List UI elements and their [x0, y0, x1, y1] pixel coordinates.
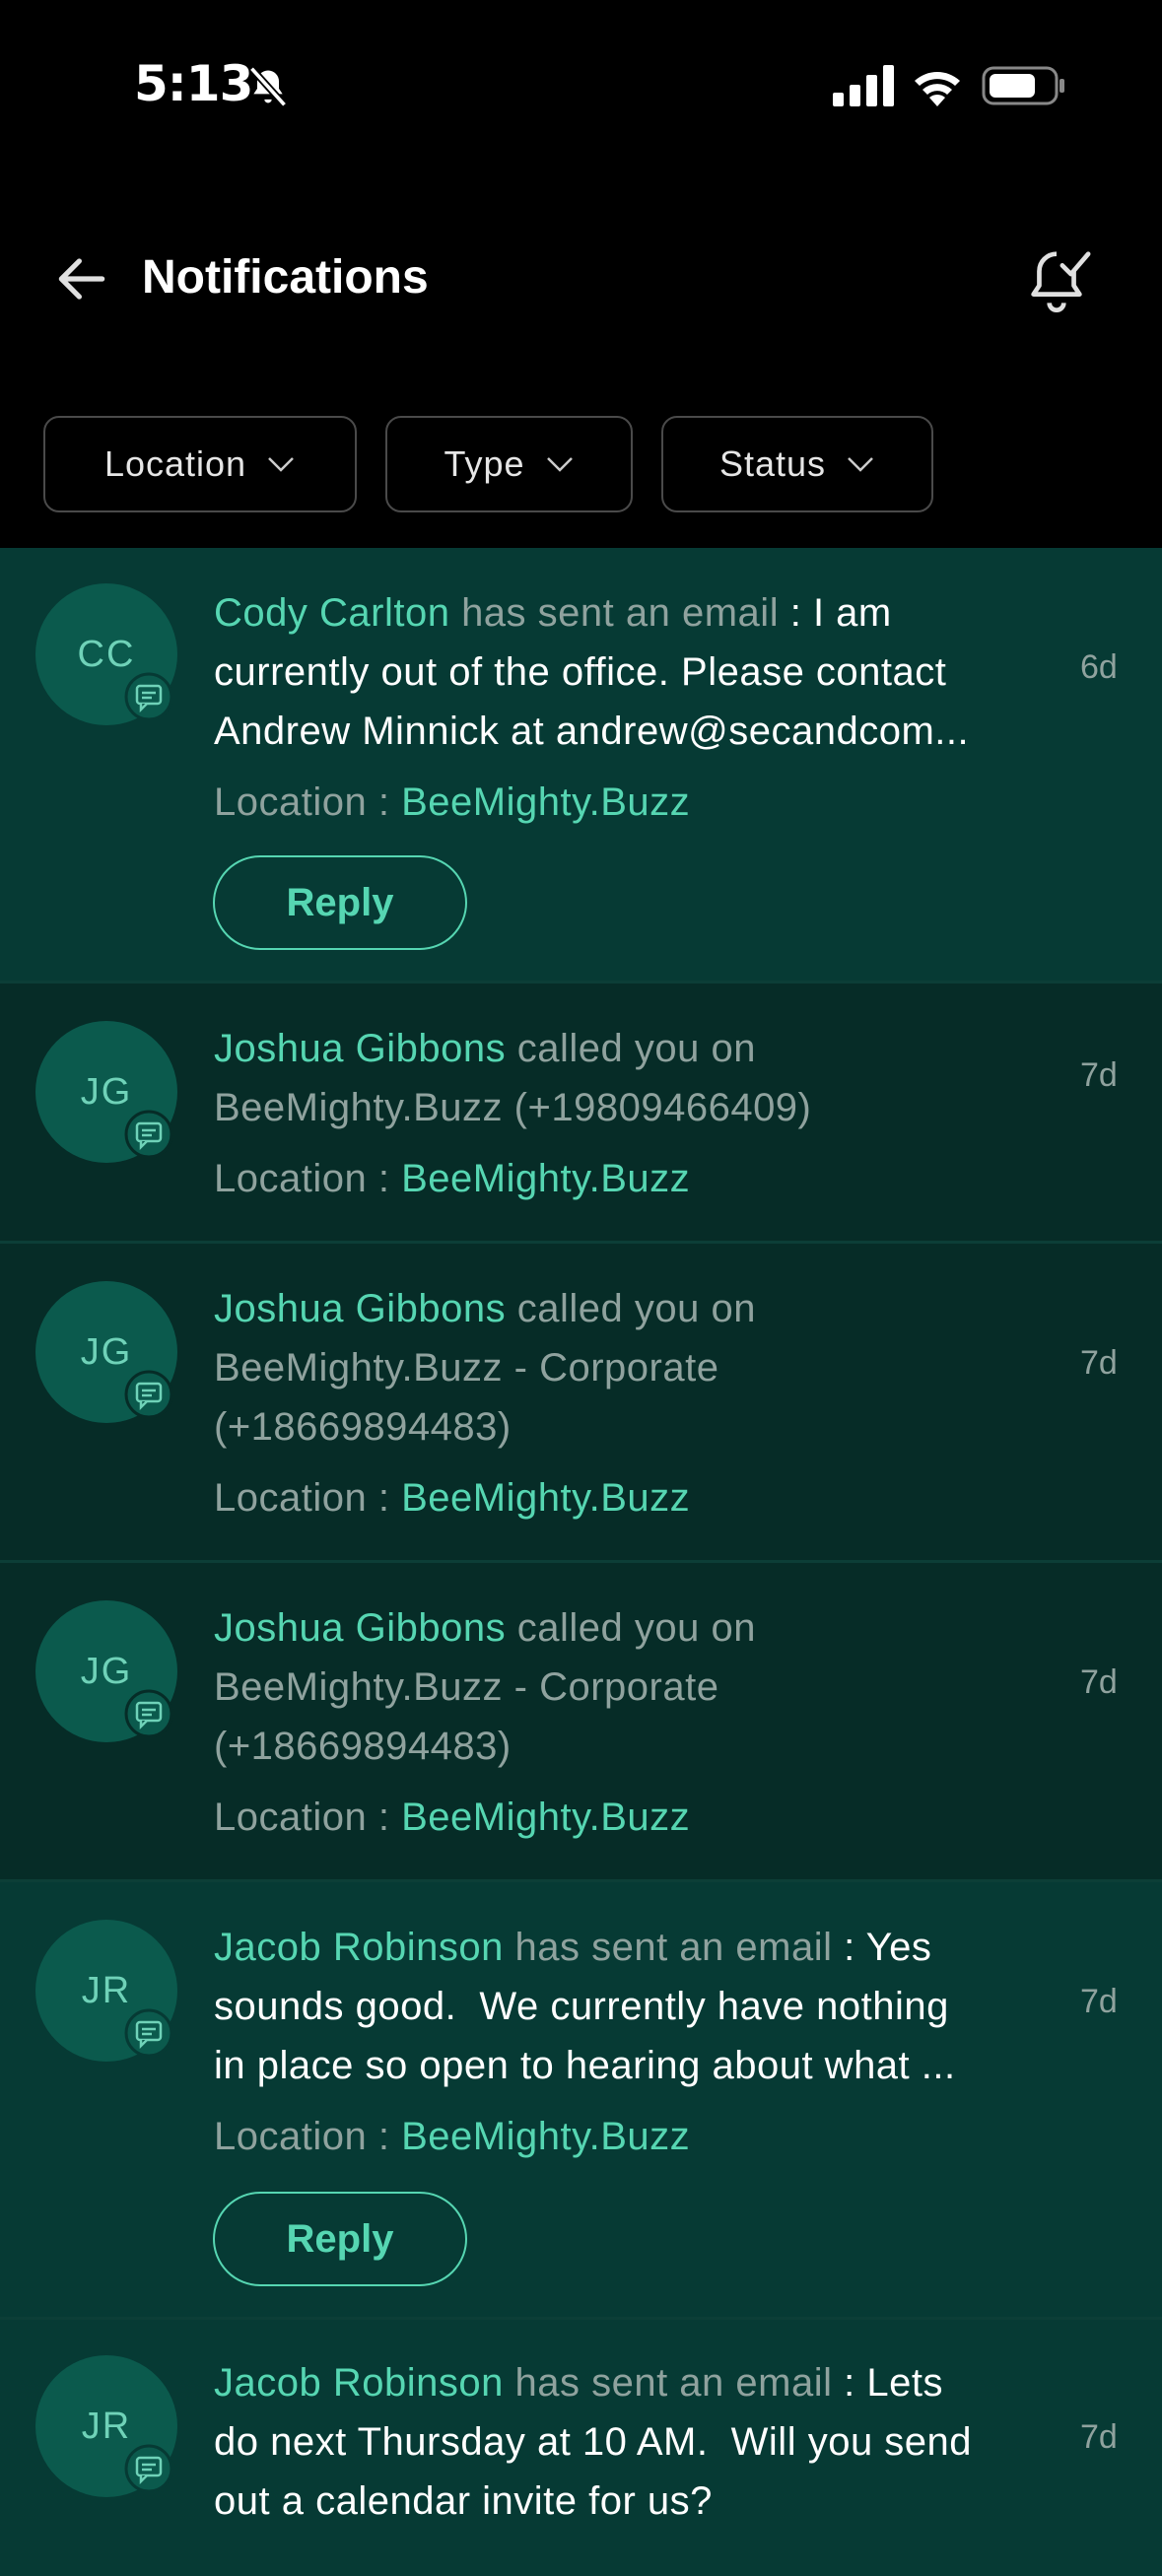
- message-line: out a calendar invite for us?: [214, 2479, 713, 2523]
- notification-time: 7d: [1080, 2418, 1118, 2456]
- notification-time: 7d: [1080, 1344, 1118, 1382]
- notification-text: Cody Carlton has sent an email : I am cu…: [214, 583, 1071, 832]
- avatar-initials: JR: [81, 1969, 132, 2011]
- bell-off-icon: [248, 66, 288, 107]
- notification-action: has sent an email: [514, 1926, 833, 1969]
- chevron-down-icon: [848, 457, 873, 472]
- chevron-down-icon: [546, 457, 573, 472]
- page-title: Notifications: [142, 251, 429, 304]
- message-badge-icon: [124, 1689, 173, 1738]
- cellular-signal-icon: [833, 65, 894, 106]
- notification-action: called you on: [516, 1606, 756, 1650]
- message-line: currently out of the office. Please cont…: [214, 650, 947, 694]
- battery-icon: [982, 66, 1064, 105]
- filter-type-label: Type: [444, 443, 525, 484]
- notification-action: called you on: [516, 1027, 756, 1070]
- notification-text: Joshua Gibbons called you on BeeMighty.B…: [214, 1019, 1071, 1208]
- location-label: Location :: [214, 780, 390, 824]
- notification-item[interactable]: JG Joshua Gibbons called you on BeeMight…: [0, 1244, 1162, 1563]
- avatar: JG: [35, 1281, 177, 1423]
- reply-button[interactable]: Reply: [213, 855, 467, 950]
- notification-action: BeeMighty.Buzz (+19809466409): [214, 1086, 812, 1129]
- chevron-down-icon: [268, 457, 294, 472]
- notification-text: Jacob Robinson has sent an email : Lets …: [214, 2353, 1071, 2531]
- avatar-initials: JG: [80, 1330, 133, 1373]
- avatar-initials: JR: [81, 2405, 132, 2447]
- filter-type-dropdown[interactable]: Type: [385, 416, 633, 512]
- notification-action: BeeMighty.Buzz - Corporate: [214, 1665, 719, 1709]
- sender-name[interactable]: Joshua Gibbons: [214, 1606, 506, 1650]
- message-line: Yes: [865, 1926, 932, 1969]
- message-line: sounds good. We currently have nothing: [214, 1985, 949, 2028]
- avatar: JR: [35, 1920, 177, 2062]
- filter-location-label: Location: [103, 443, 247, 484]
- filter-status-label: Status: [718, 443, 827, 484]
- avatar: CC: [35, 583, 177, 725]
- notification-time: 6d: [1080, 648, 1118, 686]
- reply-button[interactable]: Reply: [213, 2192, 467, 2286]
- separator: :: [844, 1926, 855, 1969]
- sender-name[interactable]: Joshua Gibbons: [214, 1287, 506, 1330]
- message-badge-icon: [124, 1370, 173, 1419]
- location-link[interactable]: BeeMighty.Buzz: [401, 1796, 690, 1839]
- notification-text: Jacob Robinson has sent an email : Yes s…: [214, 1918, 1071, 2166]
- message-line: I am: [812, 591, 892, 635]
- notification-item[interactable]: JG Joshua Gibbons called you on BeeMight…: [0, 983, 1162, 1244]
- header-area: 5:13 Notifications Location Type Status: [0, 0, 1162, 548]
- sender-name[interactable]: Jacob Robinson: [214, 2361, 504, 2405]
- sender-name[interactable]: Jacob Robinson: [214, 1926, 504, 1969]
- notification-item[interactable]: JR Jacob Robinson has sent an email : Le…: [0, 2320, 1162, 2576]
- notification-time: 7d: [1080, 1663, 1118, 1701]
- location-label: Location :: [214, 1157, 390, 1200]
- notification-item[interactable]: JR Jacob Robinson has sent an email : Ye…: [0, 1882, 1162, 2320]
- notification-action: (+18669894483): [214, 1725, 512, 1768]
- bell-check-icon[interactable]: [1021, 242, 1092, 317]
- message-line: Andrew Minnick at andrew@secandcom...: [214, 710, 970, 753]
- avatar: JG: [35, 1600, 177, 1742]
- back-arrow-icon[interactable]: [51, 248, 112, 309]
- notification-action: (+18669894483): [214, 1405, 512, 1449]
- message-line: Lets: [866, 2361, 943, 2405]
- location-link[interactable]: BeeMighty.Buzz: [401, 2115, 690, 2158]
- filter-location-dropdown[interactable]: Location: [43, 416, 357, 512]
- notification-item[interactable]: CC Cody Carlton has sent an email : I am…: [0, 548, 1162, 983]
- notification-time: 7d: [1080, 1983, 1118, 2020]
- avatar-initials: JG: [80, 1070, 133, 1113]
- sender-name[interactable]: Joshua Gibbons: [214, 1027, 506, 1070]
- avatar-initials: CC: [77, 633, 136, 675]
- location-link[interactable]: BeeMighty.Buzz: [401, 780, 690, 824]
- notification-text: Joshua Gibbons called you on BeeMighty.B…: [214, 1598, 1071, 1847]
- notification-action: has sent an email: [461, 591, 780, 635]
- message-badge-icon: [124, 1110, 173, 1159]
- wifi-icon: [915, 72, 960, 106]
- notification-action: BeeMighty.Buzz - Corporate: [214, 1346, 719, 1390]
- sender-name[interactable]: Cody Carlton: [214, 591, 449, 635]
- avatar: JR: [35, 2355, 177, 2497]
- separator: :: [789, 591, 802, 635]
- filter-status-dropdown[interactable]: Status: [661, 416, 933, 512]
- status-time: 5:13: [134, 55, 253, 112]
- notification-text: Joshua Gibbons called you on BeeMighty.B…: [214, 1279, 1071, 1527]
- notification-action: has sent an email: [514, 2361, 833, 2405]
- message-badge-icon: [124, 2444, 173, 2493]
- location-link[interactable]: BeeMighty.Buzz: [401, 1157, 690, 1200]
- message-line: in place so open to hearing about what .…: [214, 2044, 956, 2087]
- location-label: Location :: [214, 1796, 390, 1839]
- location-link[interactable]: BeeMighty.Buzz: [401, 1476, 690, 1520]
- message-badge-icon: [124, 672, 173, 721]
- avatar: JG: [35, 1021, 177, 1163]
- notification-item[interactable]: JG Joshua Gibbons called you on BeeMight…: [0, 1563, 1162, 1882]
- separator: :: [844, 2361, 855, 2405]
- notification-time: 7d: [1080, 1056, 1118, 1094]
- notification-action: called you on: [516, 1287, 756, 1330]
- message-badge-icon: [124, 2008, 173, 2058]
- location-label: Location :: [214, 1476, 390, 1520]
- message-line: do next Thursday at 10 AM. Will you send: [214, 2420, 973, 2464]
- avatar-initials: JG: [80, 1650, 133, 1692]
- location-label: Location :: [214, 2115, 390, 2158]
